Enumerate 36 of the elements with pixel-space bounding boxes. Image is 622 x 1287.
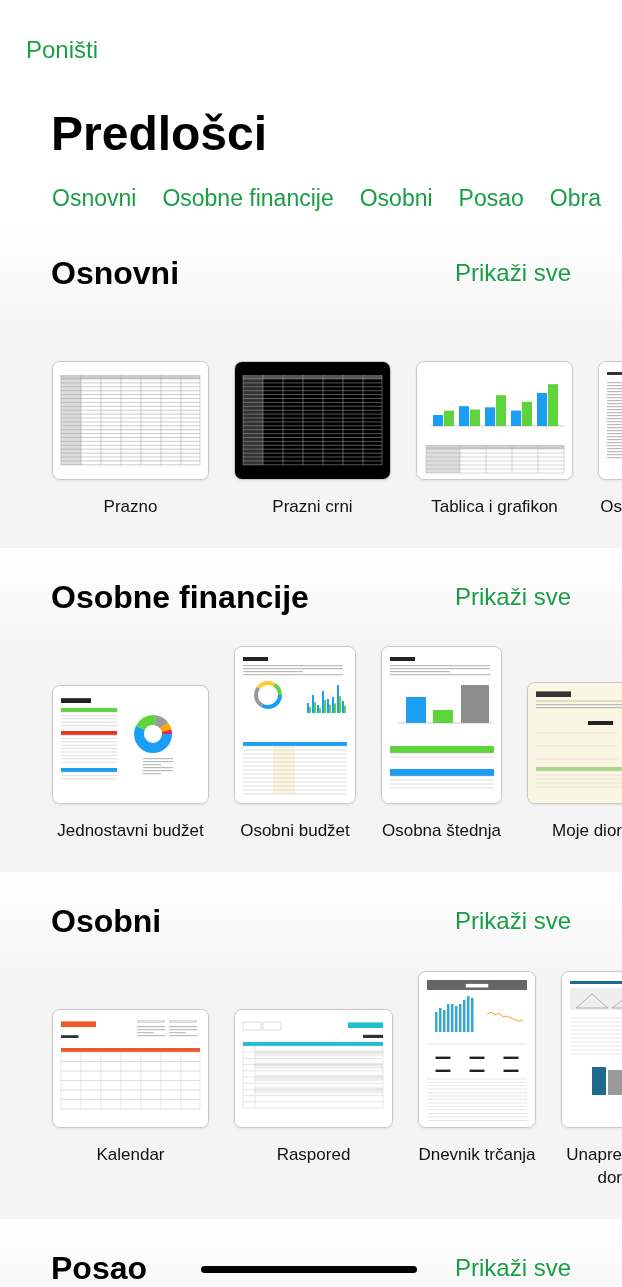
- show-all-link[interactable]: Prikaži sve: [454, 259, 571, 287]
- template-name: Kalendar: [96, 1144, 165, 1166]
- template-thumbnail[interactable]: [234, 646, 356, 804]
- category-link[interactable]: Posao: [458, 184, 524, 212]
- template-thumbnail[interactable]: [52, 1009, 209, 1128]
- template-name: Os: [599, 496, 622, 518]
- section-title: Osobni: [51, 903, 162, 939]
- category-link[interactable]: Osobni: [359, 184, 433, 212]
- template-name: Unapre dor: [565, 1144, 622, 1189]
- template-name: Osobna štednja: [381, 820, 502, 842]
- template-name: Jednostavni budžet: [57, 820, 204, 842]
- template-thumbnail[interactable]: [418, 971, 536, 1128]
- show-all-link[interactable]: Prikaži sve: [454, 907, 571, 935]
- show-all-link[interactable]: Prikaži sve: [454, 1254, 571, 1282]
- template-thumbnail[interactable]: [381, 646, 502, 804]
- template-name: Prazni crni: [272, 496, 353, 518]
- template-thumbnail[interactable]: [234, 361, 391, 480]
- template-name: Dnevnik trčanja: [418, 1144, 536, 1166]
- show-all-link[interactable]: Prikaži sve: [454, 583, 571, 611]
- template-name: Osobni budžet: [240, 820, 350, 842]
- template-name: Tablica i grafikon: [431, 496, 558, 518]
- section-title: Osobne financije: [51, 579, 309, 615]
- section-title: Osnovni: [51, 255, 179, 291]
- cancel-button[interactable]: Poništi: [26, 36, 99, 64]
- section-title: Posao: [51, 1250, 148, 1286]
- template-name: Prazno: [103, 496, 158, 518]
- template-thumbnail[interactable]: [52, 361, 209, 480]
- template-thumbnail[interactable]: [52, 685, 209, 804]
- template-name: Raspored: [276, 1144, 351, 1166]
- category-link[interactable]: Obra: [549, 184, 601, 212]
- template-thumbnail[interactable]: [234, 1009, 393, 1128]
- template-thumbnail[interactable]: [416, 361, 573, 480]
- page-title: Predlošci: [51, 106, 269, 162]
- category-link[interactable]: Osnovni: [52, 184, 137, 212]
- category-link[interactable]: Osobne financije: [162, 184, 334, 212]
- template-name: Moje dior: [551, 820, 622, 842]
